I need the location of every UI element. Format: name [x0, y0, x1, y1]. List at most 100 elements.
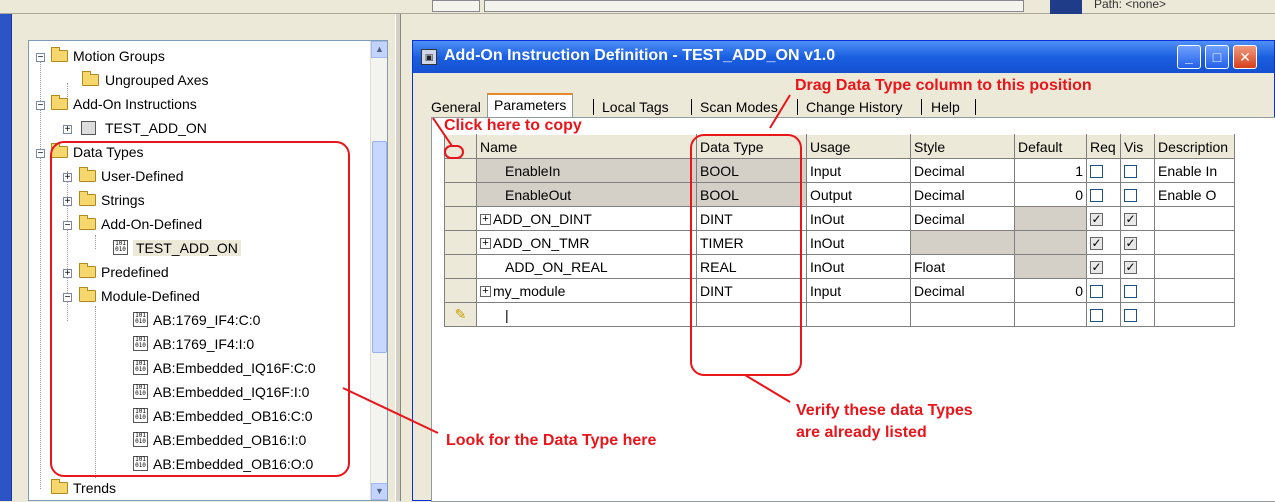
column-header-description[interactable]: Description — [1154, 134, 1235, 159]
minimize-button[interactable]: _ — [1177, 45, 1201, 69]
dialog-titlebar[interactable]: ▣ Add-On Instruction Definition - TEST_A… — [413, 41, 1274, 73]
param-req[interactable] — [1086, 278, 1121, 303]
param-description[interactable] — [1154, 230, 1235, 255]
row-selector[interactable] — [444, 278, 477, 303]
maximize-button[interactable]: □ — [1205, 45, 1229, 69]
param-style[interactable]: Float — [910, 254, 1015, 279]
req-checkbox-checked[interactable]: ✓ — [1090, 237, 1103, 251]
req-checkbox[interactable] — [1090, 165, 1103, 179]
param-name[interactable]: EnableOut — [476, 182, 697, 207]
column-header-default[interactable]: Default — [1014, 134, 1087, 159]
tree-node-trends[interactable]: Trends — [73, 477, 116, 499]
column-header-style[interactable]: Style — [910, 134, 1015, 159]
param-default[interactable]: 0 — [1014, 182, 1087, 207]
param-req[interactable] — [1086, 182, 1121, 207]
expand-icon[interactable]: + — [480, 214, 491, 226]
scroll-down-icon[interactable]: ▼ — [371, 483, 387, 500]
column-header-name[interactable]: Name — [476, 134, 697, 159]
tab-local-tags[interactable]: Local Tags — [602, 97, 669, 117]
column-header-vis[interactable]: Vis — [1120, 134, 1155, 159]
param-description[interactable]: Enable O — [1154, 182, 1235, 207]
param-usage[interactable]: Output — [806, 182, 911, 207]
param-style[interactable]: Decimal — [910, 206, 1015, 231]
table-row[interactable]: + ADD_ON_DINT DINT InOut Decimal ✓ ✓ — [444, 206, 1235, 231]
vis-checkbox-checked[interactable]: ✓ — [1124, 261, 1137, 275]
row-selector[interactable] — [444, 230, 477, 255]
scroll-up-icon[interactable]: ▲ — [371, 41, 387, 58]
tab-help[interactable]: Help — [931, 97, 960, 117]
param-usage[interactable]: InOut — [806, 254, 911, 279]
toolbar-control[interactable] — [484, 0, 1024, 12]
param-name-cell[interactable]: + ADD_ON_TMR — [476, 230, 697, 255]
param-style[interactable] — [910, 230, 1015, 255]
param-description[interactable] — [1154, 278, 1235, 303]
param-vis[interactable] — [1120, 302, 1155, 327]
row-selector[interactable] — [444, 182, 477, 207]
new-row[interactable]: ✎ | — [444, 302, 1235, 327]
param-default[interactable] — [1014, 230, 1087, 255]
param-req[interactable] — [1086, 302, 1121, 327]
param-vis[interactable] — [1120, 182, 1155, 207]
scrollbar-thumb[interactable] — [372, 141, 387, 353]
table-row[interactable]: ADD_ON_REAL REAL InOut Float ✓ ✓ — [444, 254, 1235, 279]
param-default[interactable] — [1014, 206, 1087, 231]
req-checkbox-checked[interactable]: ✓ — [1090, 261, 1103, 275]
param-vis[interactable] — [1120, 278, 1155, 303]
param-style[interactable]: Decimal — [910, 182, 1015, 207]
tree-node-motion-groups[interactable]: Motion Groups — [73, 45, 165, 67]
param-name-cell[interactable]: + my_module — [476, 278, 697, 303]
new-row-default[interactable] — [1014, 302, 1087, 327]
collapse-toggle[interactable]: − — [36, 53, 45, 63]
tab-change-history[interactable]: Change History — [806, 97, 903, 117]
expand-icon[interactable]: + — [480, 286, 491, 298]
param-usage[interactable]: InOut — [806, 230, 911, 255]
vis-checkbox-checked[interactable]: ✓ — [1124, 213, 1137, 227]
table-row[interactable]: EnableOut BOOL Output Decimal 0 Enable O — [444, 182, 1235, 207]
req-checkbox-checked[interactable]: ✓ — [1090, 213, 1103, 227]
param-usage[interactable]: Input — [806, 158, 911, 183]
req-checkbox[interactable] — [1090, 309, 1103, 323]
column-header-usage[interactable]: Usage — [806, 134, 911, 159]
param-usage[interactable]: Input — [806, 278, 911, 303]
vis-checkbox[interactable] — [1124, 165, 1137, 179]
vis-checkbox[interactable] — [1124, 189, 1137, 203]
tree-node-ungrouped-axes[interactable]: Ungrouped Axes — [105, 69, 209, 91]
row-selector[interactable] — [444, 158, 477, 183]
param-req[interactable]: ✓ — [1086, 254, 1121, 279]
param-vis[interactable] — [1120, 158, 1155, 183]
parameters-grid[interactable]: Name Data Type Usage Style Default Req V… — [444, 134, 1235, 327]
tree-scrollbar[interactable]: ▲ ▼ — [370, 41, 387, 500]
collapse-toggle[interactable]: − — [36, 101, 45, 111]
toolbar-control[interactable] — [432, 0, 480, 12]
vis-checkbox-checked[interactable]: ✓ — [1124, 237, 1137, 251]
new-row-style[interactable] — [910, 302, 1015, 327]
param-vis[interactable]: ✓ — [1120, 230, 1155, 255]
expand-icon[interactable]: + — [480, 238, 491, 250]
req-checkbox[interactable] — [1090, 285, 1103, 299]
param-default[interactable] — [1014, 254, 1087, 279]
param-name[interactable]: EnableIn — [476, 158, 697, 183]
column-header-req[interactable]: Req — [1086, 134, 1121, 159]
table-row[interactable]: EnableIn BOOL Input Decimal 1 Enable In — [444, 158, 1235, 183]
tree-node-test-add-on-instruction[interactable]: TEST_ADD_ON — [105, 117, 207, 139]
new-row-description[interactable] — [1154, 302, 1235, 327]
expand-toggle[interactable]: + — [63, 125, 72, 135]
vis-checkbox[interactable] — [1124, 285, 1137, 299]
splitter[interactable] — [395, 14, 401, 501]
param-req[interactable] — [1086, 158, 1121, 183]
collapse-toggle[interactable]: − — [36, 149, 45, 159]
param-req[interactable]: ✓ — [1086, 206, 1121, 231]
row-selector[interactable] — [444, 206, 477, 231]
new-row-name-input[interactable]: | — [476, 302, 697, 327]
param-description[interactable]: Enable In — [1154, 158, 1235, 183]
tree-node-add-on-instructions[interactable]: Add-On Instructions — [73, 93, 197, 115]
table-row[interactable]: + my_module DINT Input Decimal 0 — [444, 278, 1235, 303]
tab-scan-modes[interactable]: Scan Modes — [700, 97, 778, 117]
param-name-cell[interactable]: + ADD_ON_DINT — [476, 206, 697, 231]
param-default[interactable]: 0 — [1014, 278, 1087, 303]
param-style[interactable]: Decimal — [910, 158, 1015, 183]
param-name[interactable]: ADD_ON_REAL — [476, 254, 697, 279]
tab-parameters[interactable]: Parameters — [487, 93, 574, 118]
vis-checkbox[interactable] — [1124, 309, 1137, 323]
row-selector[interactable] — [444, 254, 477, 279]
